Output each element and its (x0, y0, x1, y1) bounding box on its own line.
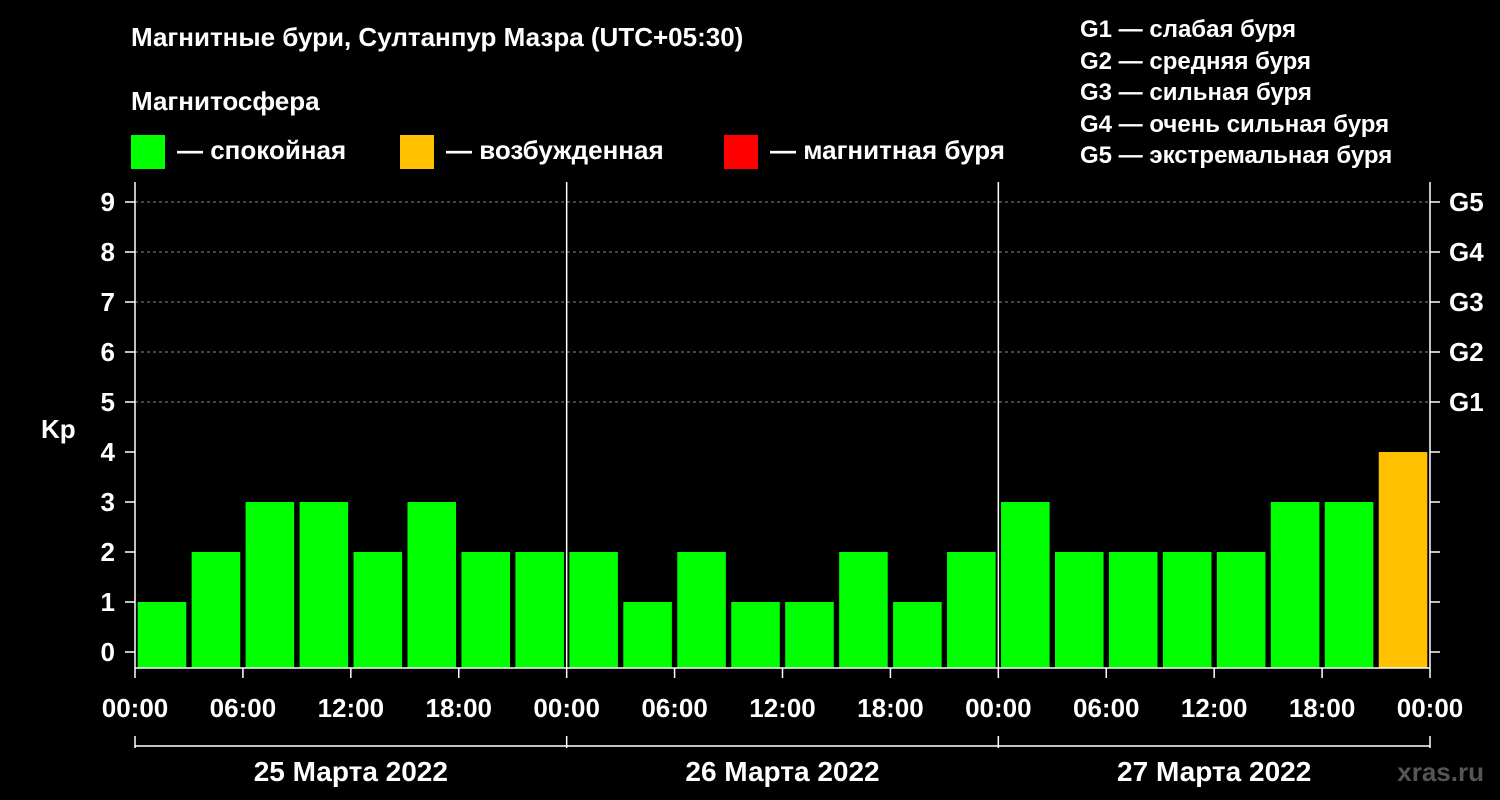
y-tick-label-2: 2 (101, 537, 115, 567)
kp-bar-14 (893, 602, 942, 668)
kp-bar-12 (785, 602, 834, 668)
kp-bar-6 (461, 552, 511, 668)
x-tick-label-2: 12:00 (318, 693, 385, 723)
g-level-label-g4: G4 (1449, 237, 1484, 267)
kp-bar-22 (1324, 502, 1374, 668)
y-tick-label-6: 6 (101, 337, 115, 367)
kp-bar-17 (1054, 552, 1104, 668)
kp-bar-21 (1270, 502, 1320, 668)
kp-bar-2 (245, 502, 295, 668)
watermark: xras.ru (1397, 757, 1484, 787)
y-tick-label-7: 7 (101, 287, 115, 317)
kp-bar-23 (1378, 452, 1428, 668)
kp-bar-1 (191, 552, 241, 668)
kp-bar-4 (353, 552, 403, 668)
kp-bar-3 (299, 502, 349, 668)
kp-bar-10 (677, 552, 726, 668)
day-label-2: 27 Марта 2022 (1117, 756, 1311, 787)
g-level-label-g5: G5 (1449, 187, 1484, 217)
day-label-0: 25 Марта 2022 (254, 756, 448, 787)
y-tick-label-1: 1 (101, 587, 115, 617)
kp-bar-9 (623, 602, 672, 668)
x-tick-label-1: 06:00 (210, 693, 277, 723)
kp-bar-11 (731, 602, 780, 668)
y-tick-label-0: 0 (101, 637, 115, 667)
kp-bar-16 (1001, 502, 1050, 668)
x-tick-label-11: 18:00 (1289, 693, 1356, 723)
x-tick-label-7: 18:00 (857, 693, 924, 723)
g-level-label-g3: G3 (1449, 287, 1484, 317)
x-tick-label-6: 12:00 (749, 693, 816, 723)
y-tick-label-4: 4 (101, 437, 116, 467)
g-level-label-g1: G1 (1449, 387, 1484, 417)
kp-bar-13 (839, 552, 888, 668)
x-tick-label-0: 00:00 (102, 693, 169, 723)
kp-bar-15 (947, 552, 996, 668)
y-axis-title: Kp (41, 414, 76, 444)
x-tick-label-9: 06:00 (1073, 693, 1140, 723)
x-tick-label-8: 00:00 (965, 693, 1032, 723)
kp-bar-20 (1216, 552, 1266, 668)
x-tick-label-12: 00:00 (1397, 693, 1464, 723)
g-level-label-g2: G2 (1449, 337, 1484, 367)
kp-bar-18 (1108, 552, 1158, 668)
y-tick-label-5: 5 (101, 387, 115, 417)
kp-bar-0 (137, 602, 187, 668)
y-tick-label-9: 9 (101, 187, 115, 217)
kp-bar-19 (1162, 552, 1212, 668)
kp-bar-5 (407, 502, 457, 668)
x-tick-label-10: 12:00 (1181, 693, 1248, 723)
x-tick-label-5: 06:00 (641, 693, 708, 723)
y-tick-label-3: 3 (101, 487, 115, 517)
kp-chart: 0 1 2 3 4 5 6 7 8 9 G1 G2 G3 G4 G5 Kp 00:00 06:00 12:00 18:… (41, 182, 1484, 787)
kp-bar-7 (515, 552, 564, 668)
y-tick-label-8: 8 (101, 237, 115, 267)
kp-bar-8 (569, 552, 618, 668)
x-tick-label-3: 18:00 (426, 693, 493, 723)
day-label-1: 26 Марта 2022 (685, 756, 879, 787)
x-tick-label-4: 00:00 (533, 693, 600, 723)
